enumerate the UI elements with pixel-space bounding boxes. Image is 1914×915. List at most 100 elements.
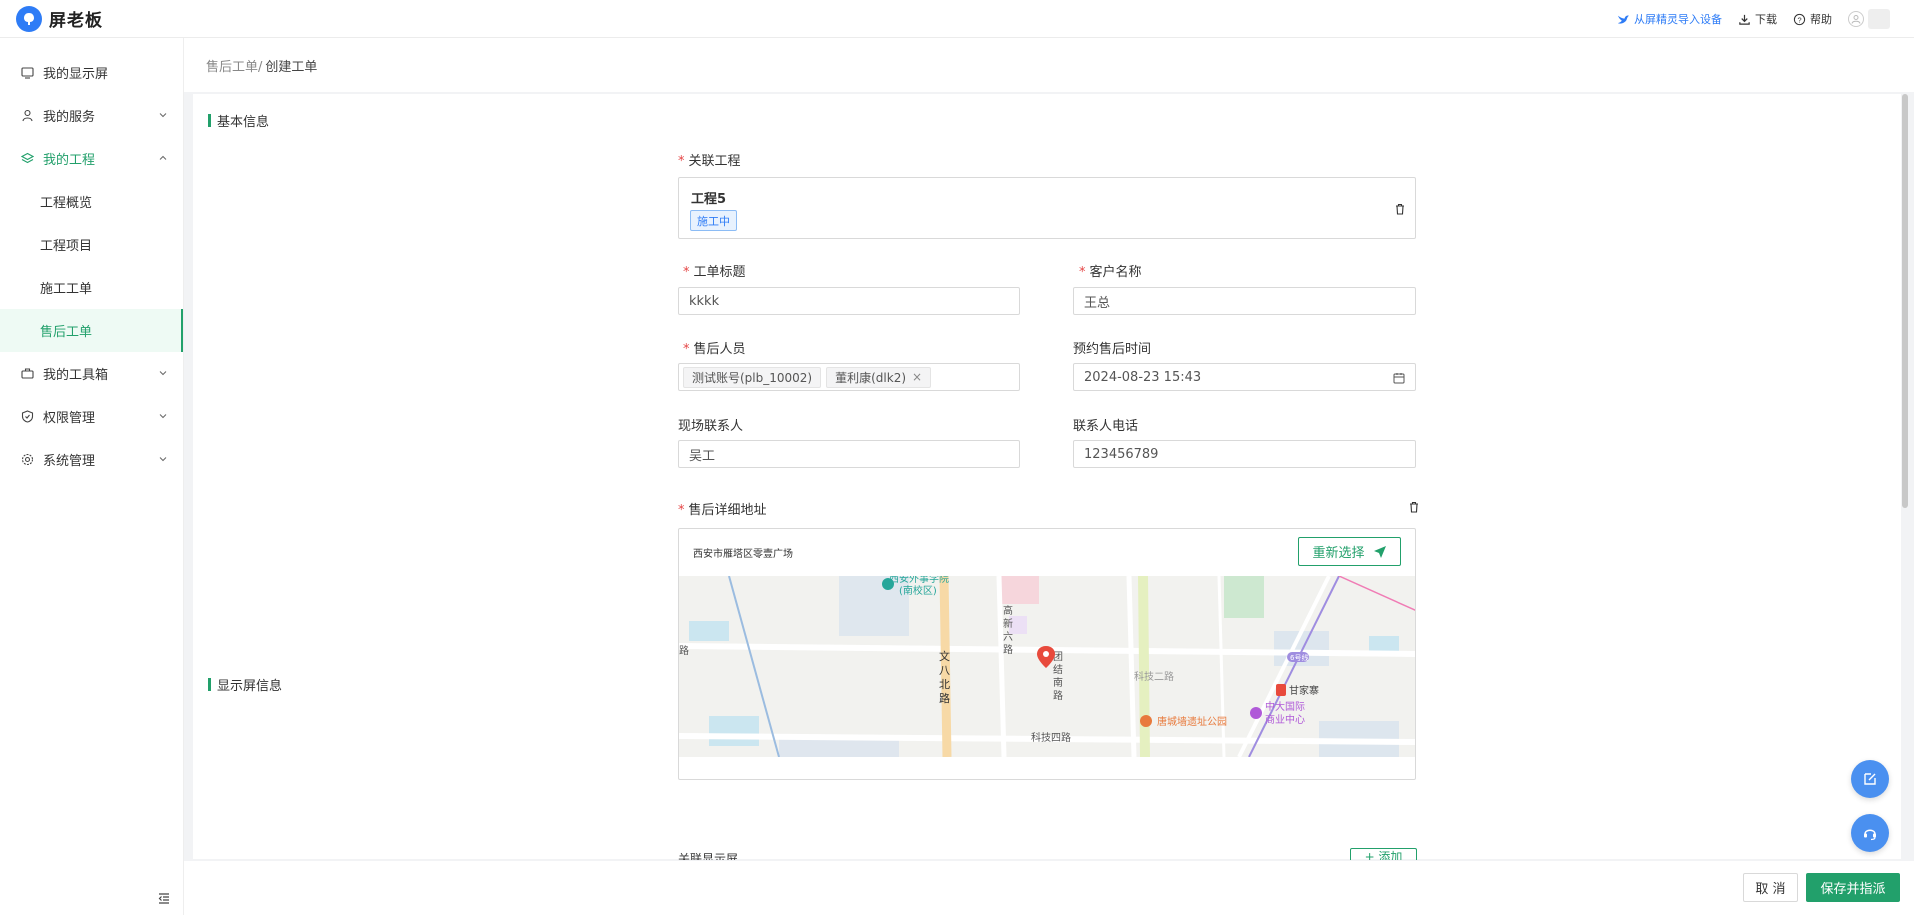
time-value: 2024-08-23 15:43 [1084,369,1202,385]
sidebar-subitem-project-list[interactable]: 工程项目 [0,223,183,266]
staff-tag: 董利康(dlk2) × [826,366,932,388]
title-input[interactable]: kkkk [678,287,1020,315]
sidebar-item-label: 我的显示屏 [43,67,109,82]
monitor-icon [21,66,34,79]
project-label-text: 关联工程 [688,154,741,169]
status-badge: 施工中 [690,210,737,231]
phone-label: 联系人电话 [1073,415,1138,434]
breadcrumb-current: 创建工单 [265,59,318,75]
phone-label-text: 联系人电话 [1073,419,1139,434]
user-menu[interactable] [1848,9,1890,29]
calendar-icon [1393,373,1405,384]
address-text: 西安市雁塔区零壹广场 [693,549,793,560]
sidebar-subitem-label: 售后工单 [40,325,93,340]
map-label: 甘家寨 [1289,684,1319,697]
customer-label-text: 客户名称 [1089,265,1142,280]
section-title-text: 显示屏信息 [217,679,283,694]
download-link[interactable]: 下载 [1738,11,1777,27]
map-label: 新 [1003,617,1013,630]
map-label: 南 [1053,676,1063,689]
title-label: * 工单标题 [683,265,746,280]
support-button[interactable] [1851,814,1889,852]
sidebar-item-label: 我的工程 [43,153,96,168]
form-panel: 基本信息 * 关联工程 工程5 施工中 * 工单标题 kkkk * 客户名称 王总 *… [193,94,1901,859]
title-label-text: 工单标题 [693,265,746,280]
project-name: 工程5 [691,192,727,207]
time-label-text: 预约售后时间 [1073,342,1152,357]
help-icon: ? [1793,13,1806,25]
project-card[interactable]: 工程5 施工中 [678,177,1416,239]
headset-icon [1864,829,1876,841]
sidebar-subitem-label: 工程概览 [40,196,93,211]
toolbox-icon [21,367,34,380]
scrollbar[interactable] [1902,94,1908,508]
breadcrumb: 售后工单/ 创建工单 [184,38,1914,92]
map-label: 文 [939,649,950,663]
cancel-button[interactable]: 取 消 [1743,873,1798,902]
svg-text:?: ? [1797,15,1801,24]
sidebar-item-my-projects[interactable]: 我的工程 [0,137,183,180]
map-label: 商业中心 [1265,713,1305,726]
contact-label: 现场联系人 [678,415,743,434]
contact-input[interactable]: 吴工 [678,440,1020,468]
chevron-up-icon [159,155,167,160]
chevron-down-icon [159,371,167,376]
breadcrumb-parent[interactable]: 售后工单/ [206,56,262,75]
map-canvas: 西安外事学院 (南校区) 高 新 六 路 文 八 北 路 团 结 南 路 科技二… [679,572,1415,758]
map-label: (南校区) [899,584,937,597]
footer-bar [184,861,1914,915]
map-label: 中大国际 [1265,700,1305,713]
download-label: 下载 [1755,13,1777,26]
user-icon [21,109,34,122]
sidebar-item-label: 权限管理 [43,411,96,426]
trash-icon[interactable] [1394,203,1406,215]
customer-input[interactable]: 王总 [1073,287,1416,315]
user-icon [1851,15,1861,24]
map-label: 结 [1053,663,1063,676]
map-label: 八 [939,664,950,677]
map-label: 6号线 [1290,653,1308,662]
collapse-menu-icon[interactable] [157,891,171,905]
sidebar: 我的显示屏 我的服务 我的工程 工程概览 工程项目 施工工单 售后工单 我的工具… [0,38,184,915]
download-icon [1739,14,1750,25]
sidebar-item-my-screens[interactable]: 我的显示屏 [0,51,183,94]
bird-icon [1617,14,1630,24]
sidebar-item-my-services[interactable]: 我的服务 [0,94,183,137]
map-view[interactable]: 西安外事学院 (南校区) 高 新 六 路 文 八 北 路 团 结 南 路 科技二… [679,572,1415,758]
map-label: 科技二路 [1134,670,1174,683]
shield-icon [21,410,34,423]
contact-label-text: 现场联系人 [678,419,744,434]
top-bar: 屏老板 从屏精灵导入设备 下载 ? 帮助 [0,0,1914,38]
staff-tag-label: 测试账号(plb_10002) [692,370,813,385]
map-label: 唐城墙遗址公园 [1157,715,1227,728]
phone-input[interactable]: 123456789 [1073,440,1416,468]
map-label: 路 [1003,643,1013,656]
time-label: 预约售后时间 [1073,338,1151,357]
save-and-assign-button[interactable]: 保存并指派 [1806,873,1900,902]
trash-icon[interactable] [1408,501,1420,513]
time-picker[interactable]: 2024-08-23 15:43 [1073,363,1416,391]
import-from-device-link[interactable]: 从屏精灵导入设备 [1617,11,1722,27]
feedback-button[interactable] [1851,760,1889,798]
logo[interactable]: 屏老板 [16,5,103,32]
user-name-placeholder [1868,9,1890,29]
staff-multiselect[interactable]: 测试账号(plb_10002) 董利康(dlk2) × [678,363,1020,391]
section-title-basic: 基本信息 [208,111,269,130]
help-link[interactable]: ? 帮助 [1793,11,1832,27]
close-icon[interactable]: × [912,370,922,384]
sidebar-item-toolbox[interactable]: 我的工具箱 [0,352,183,395]
sidebar-item-system[interactable]: 系统管理 [0,438,183,481]
sidebar-subitem-construction-orders[interactable]: 施工工单 [0,266,183,309]
map-label: 西安外事学院 [889,576,949,585]
map-label: 路 [679,644,689,657]
add-screen-button[interactable]: + 添加 [1350,848,1417,860]
help-label: 帮助 [1810,13,1832,26]
sidebar-item-permissions[interactable]: 权限管理 [0,395,183,438]
staff-tag-label: 董利康(dlk2) [835,370,907,385]
sidebar-item-label: 系统管理 [43,454,96,469]
sidebar-subitem-project-overview[interactable]: 工程概览 [0,180,183,223]
sidebar-subitem-aftersale-orders[interactable]: 售后工单 [0,309,183,352]
reselect-button[interactable]: 重新选择 [1298,537,1401,566]
logo-icon [16,5,42,32]
sidebar-subitem-label: 施工工单 [40,282,93,297]
